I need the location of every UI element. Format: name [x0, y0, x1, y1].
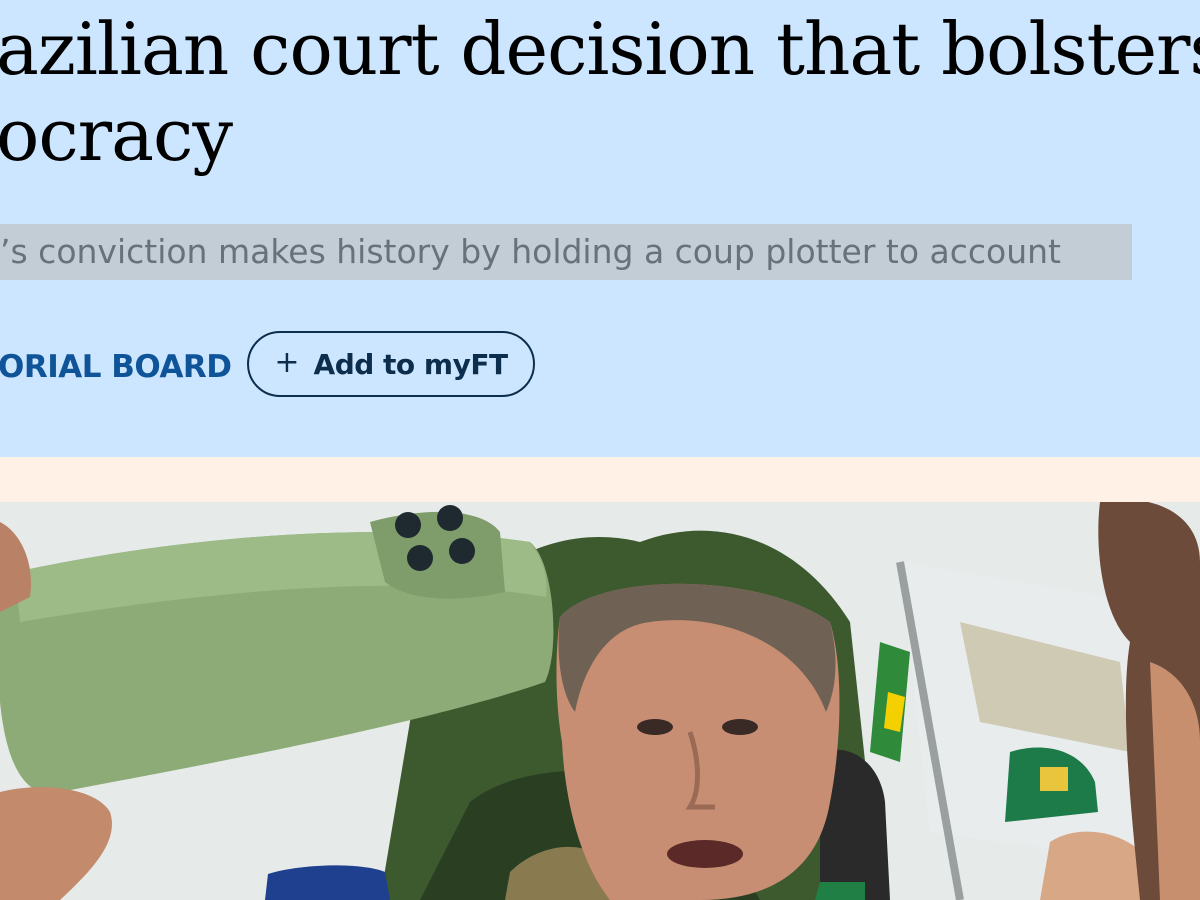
article-standfirst: ’s conviction makes history by holding a…: [0, 224, 1132, 280]
headline-line-2: ocracy: [0, 93, 233, 177]
author-byline-link[interactable]: ORIAL BOARD: [0, 345, 232, 389]
article-header: azilian court decision that bolsters ocr…: [0, 0, 1200, 457]
add-to-myft-label: Add to myFT: [313, 347, 509, 381]
headline-line-1: azilian court decision that bolsters: [0, 7, 1200, 91]
article-main-image: [0, 502, 1200, 900]
plus-icon: +: [274, 344, 300, 380]
add-to-myft-button[interactable]: + Add to myFT: [247, 331, 535, 397]
article-headline: azilian court decision that bolsters ocr…: [0, 6, 1200, 178]
